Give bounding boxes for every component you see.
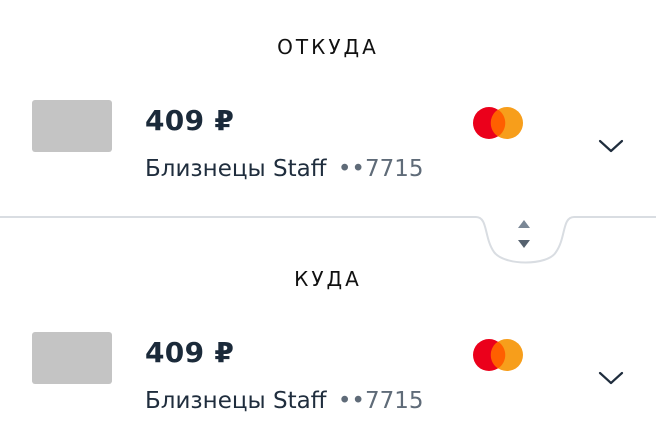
mastercard-logo-icon — [473, 107, 523, 139]
from-section-title: ОТКУДА — [277, 35, 379, 59]
to-card-thumbnail — [32, 332, 112, 384]
chevron-down-icon[interactable] — [598, 138, 624, 154]
from-card-thumbnail — [32, 100, 112, 152]
to-section-title: КУДА — [294, 267, 362, 291]
chevron-down-icon[interactable] — [598, 370, 624, 386]
swap-cards-button[interactable] — [496, 212, 552, 256]
section-divider — [0, 216, 656, 264]
from-card-selector[interactable]: 409 ₽ Близнецы Staff ••7715 — [0, 92, 656, 202]
to-card-balance: 409 ₽ — [145, 336, 235, 369]
swap-arrows-icon — [518, 220, 530, 248]
from-card-name: Близнецы Staff — [145, 156, 327, 182]
from-card-label: Близнецы Staff ••7715 — [145, 156, 424, 182]
to-card-label: Близнецы Staff ••7715 — [145, 388, 424, 414]
mastercard-logo-icon — [473, 339, 523, 371]
to-card-name: Близнецы Staff — [145, 388, 327, 414]
to-card-selector[interactable]: 409 ₽ Близнецы Staff ••7715 — [0, 324, 656, 434]
from-card-balance: 409 ₽ — [145, 104, 235, 137]
from-card-number: ••7715 — [337, 156, 424, 182]
to-card-number: ••7715 — [337, 388, 424, 414]
transfer-form: ОТКУДА 409 ₽ Близнецы Staff ••7715 КУДА … — [0, 0, 656, 448]
